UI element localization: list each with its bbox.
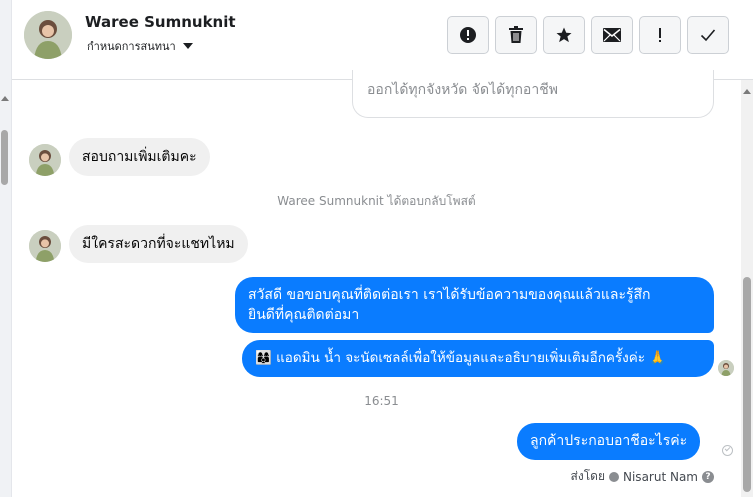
star-button[interactable] xyxy=(543,16,585,54)
contact-avatar[interactable] xyxy=(24,11,72,59)
help-icon[interactable]: ? xyxy=(702,470,714,483)
envelope-icon xyxy=(603,28,621,42)
seen-avatar xyxy=(718,360,734,376)
scroll-up-arrow-icon[interactable] xyxy=(1,96,9,101)
message-line: สวัสดี ขอขอบคุณที่ติดต่อเรา เราได้รับข้อ… xyxy=(248,287,651,303)
mark-done-button[interactable] xyxy=(687,16,729,54)
incoming-message[interactable]: สอบถามเพิ่มเติมคะ xyxy=(69,138,210,176)
avatar-photo-icon xyxy=(718,360,734,376)
mark-unread-button[interactable] xyxy=(591,16,633,54)
sender-name[interactable]: Nisarut Nam xyxy=(623,470,698,484)
quoted-post-text: ออกได้ทุกจังหวัด จัดได้ทุกอาชีพ xyxy=(367,82,558,98)
star-icon xyxy=(556,27,572,43)
caret-down-icon xyxy=(182,43,193,49)
quoted-post-card: ออกได้ทุกจังหวัด จัดได้ทุกอาชีพ xyxy=(352,70,714,118)
system-notice: Waree Sumnuknit ได้ตอบกลับโพสต์ xyxy=(277,194,476,208)
outgoing-message[interactable]: สวัสดี ขอขอบคุณที่ติดต่อเรา เราได้รับข้อ… xyxy=(235,277,714,333)
warning-icon xyxy=(460,27,476,43)
scrollbar-thumb[interactable] xyxy=(1,130,8,185)
contact-avatar-small[interactable] xyxy=(29,230,61,262)
left-scrollbar[interactable] xyxy=(0,0,12,497)
contact-name[interactable]: Waree Sumnuknit xyxy=(85,13,236,31)
delete-button[interactable] xyxy=(495,16,537,54)
mark-spam-button[interactable] xyxy=(447,16,489,54)
outgoing-message[interactable]: ลูกค้าประกอบอาชีอะไรค่ะ xyxy=(517,423,701,460)
scrollbar-thumb[interactable] xyxy=(743,277,751,492)
trash-icon xyxy=(509,26,523,43)
follow-up-button[interactable] xyxy=(639,16,681,54)
avatar-photo-icon xyxy=(24,11,72,59)
avatar-photo-icon xyxy=(29,144,61,176)
exclamation-icon xyxy=(659,28,661,42)
scroll-up-arrow-icon[interactable] xyxy=(743,89,751,94)
conversation-settings-dropdown[interactable]: กำหนดการสนทนา xyxy=(87,37,193,55)
header-actions xyxy=(447,16,729,54)
contact-avatar-small[interactable] xyxy=(29,144,61,176)
sent-by: ส่งโดย Nisarut Nam ? xyxy=(571,467,714,486)
check-icon xyxy=(700,29,716,42)
sent-check-icon xyxy=(722,445,733,456)
conversation-header: Waree Sumnuknit กำหนดการสนทนา xyxy=(12,0,753,80)
timestamp: 16:51 xyxy=(364,394,399,408)
tool-icon xyxy=(609,471,619,482)
sent-by-label: ส่งโดย xyxy=(570,469,605,483)
conversation-settings-label: กำหนดการสนทนา xyxy=(87,40,176,53)
avatar-photo-icon xyxy=(29,230,61,262)
message-line: ยินดีที่คุณติดต่อมา xyxy=(248,307,360,323)
outgoing-message[interactable]: 👩‍👩‍👦 แอดมิน น้ำ จะนัดเซลล์เพื่อให้ข้อมู… xyxy=(242,340,714,377)
incoming-message[interactable]: มีใครสะดวกที่จะแชทไหม xyxy=(69,225,248,263)
right-scrollbar[interactable] xyxy=(741,80,753,497)
